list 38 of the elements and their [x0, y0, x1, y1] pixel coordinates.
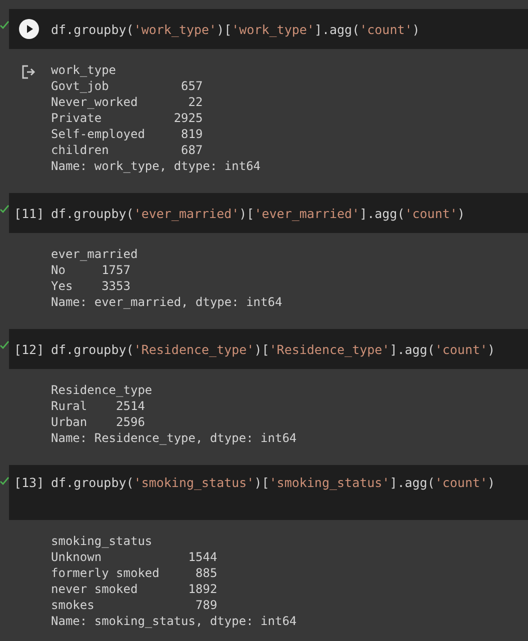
output-line: Urban 2596 — [51, 414, 146, 430]
check-icon — [0, 205, 9, 213]
code-line: df.groupby('smoking_status')['smoking_status'].agg('count') — [51, 475, 496, 490]
code-cell[interactable]: [12] df.groupby('Residence_type')['Residence_type'].agg('count') — [9, 329, 528, 369]
execution-count: [11] — [14, 206, 44, 220]
code-cell[interactable]: df.groupby('work_type')['work_type'].agg('count') — [9, 9, 528, 49]
output-line: Yes 3353 — [51, 278, 132, 294]
output-line: Name: work_type, dtype: int64 — [51, 158, 262, 174]
output-line: Private 2925 — [51, 110, 204, 126]
output-line: smokes 789 — [51, 597, 218, 613]
code-line: df.groupby('Residence_type')['Residence_type'].agg('count') — [51, 342, 496, 356]
output-line: No 1757 — [51, 262, 132, 278]
check-icon — [0, 477, 9, 485]
output-line: Rural 2514 — [51, 398, 146, 414]
run-button-icon[interactable] — [19, 19, 39, 39]
output-line: work_type — [51, 62, 118, 78]
output-line: smoking_status — [51, 533, 154, 549]
output-line: never smoked 1892 — [51, 581, 218, 597]
output-line: Name: ever_married, dtype: int64 — [51, 294, 284, 310]
execution-count: [12] — [14, 342, 44, 356]
output-line: Unknown 1544 — [51, 549, 218, 565]
check-icon — [0, 341, 9, 349]
output-line: Never_worked 22 — [51, 94, 204, 110]
output-line: formerly smoked 885 — [51, 565, 218, 581]
output-line: Self-employed 819 — [51, 126, 204, 142]
output-line: Govt_job 657 — [51, 78, 204, 94]
code-line: df.groupby('ever_married')['ever_married'].agg('count') — [51, 206, 465, 220]
check-icon — [0, 21, 9, 29]
code-cell[interactable]: [13] df.groupby('smoking_status')['smoking_status'].agg('count') — [9, 465, 528, 520]
code-cell[interactable]: [11] df.groupby('ever_married')['ever_married'].agg('count') — [9, 193, 528, 233]
execution-count: [13] — [14, 475, 44, 490]
output-line: children 687 — [51, 142, 204, 158]
code-line: df.groupby('work_type')['work_type'].agg('count') — [51, 22, 420, 36]
output-line: Name: smoking_status, dtype: int64 — [51, 613, 298, 629]
output-icon[interactable] — [22, 65, 36, 79]
output-line: Name: Residence_type, dtype: int64 — [51, 430, 298, 446]
output-line: Residence_type — [51, 382, 154, 398]
output-line: ever_married — [51, 246, 139, 262]
